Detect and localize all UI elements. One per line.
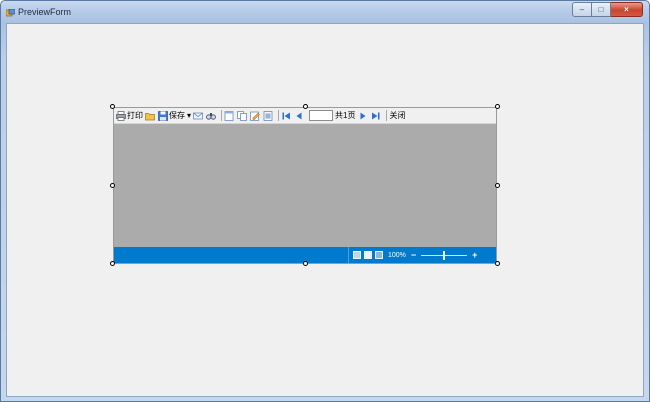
close-preview-button[interactable]: 关闭 (389, 109, 405, 123)
selection-handle[interactable] (495, 104, 500, 109)
last-page-icon (372, 112, 380, 119)
next-page-button[interactable] (358, 109, 369, 123)
first-page-icon (282, 112, 291, 119)
close-label: 关闭 (389, 111, 406, 120)
find-icon (206, 112, 216, 120)
zoom-out-button[interactable]: − (411, 250, 416, 260)
printer-icon (116, 110, 126, 121)
toolbar-separator (386, 110, 388, 121)
save-label: 保存 (169, 111, 185, 120)
edit-button[interactable] (250, 109, 261, 123)
save-dropdown-icon[interactable]: ▾ (187, 111, 191, 120)
prev-page-icon (296, 112, 302, 119)
selection-handle[interactable] (110, 183, 115, 188)
multi-page-button[interactable] (237, 109, 248, 123)
preview-toolbar: 打印 保存 ▾ 共1页 关闭 (114, 108, 496, 124)
window-title: PreviewForm (18, 7, 72, 17)
selection-handle[interactable] (303, 104, 308, 109)
minimize-button[interactable]: – (572, 2, 592, 17)
form-app-icon (6, 9, 15, 17)
zoom-percent-label: 100% (388, 251, 406, 259)
edit-icon (250, 111, 260, 121)
title-bar[interactable]: PreviewForm – □ × (1, 1, 649, 23)
print-label: 打印 (127, 111, 143, 120)
print-button[interactable]: 打印 (116, 109, 143, 123)
page-number-input[interactable] (309, 110, 334, 121)
zoom-whole-page-icon[interactable] (364, 251, 372, 259)
close-window-button[interactable]: × (611, 2, 643, 17)
settings-icon (263, 110, 273, 121)
maximize-button[interactable]: □ (592, 2, 611, 17)
first-page-button[interactable] (281, 109, 292, 123)
minimize-icon: – (579, 5, 585, 14)
save-button[interactable]: 保存 ▾ (158, 109, 191, 123)
next-page-icon (360, 112, 366, 119)
selection-handle[interactable] (495, 261, 500, 266)
multi-page-icon (237, 110, 247, 121)
email-button[interactable] (193, 109, 204, 123)
find-button[interactable] (206, 109, 217, 123)
single-page-icon (224, 110, 234, 121)
maximize-icon: □ (598, 5, 604, 14)
selection-handle[interactable] (495, 183, 500, 188)
email-icon (193, 112, 203, 119)
selection-handle[interactable] (110, 104, 115, 109)
zoom-page-width-icon[interactable] (353, 251, 361, 259)
toolbar-separator (278, 110, 280, 121)
open-button[interactable] (145, 109, 156, 123)
selection-handle[interactable] (303, 261, 308, 266)
single-page-button[interactable] (224, 109, 235, 123)
last-page-button[interactable] (371, 109, 382, 123)
open-folder-icon (145, 112, 155, 120)
zoom-slider[interactable] (421, 250, 468, 260)
page-setup-button[interactable] (263, 109, 274, 123)
save-icon (158, 110, 168, 121)
close-icon: × (624, 5, 629, 14)
zoom-controls: 100% − + (348, 247, 477, 263)
report-preview-control[interactable]: 打印 保存 ▾ 共1页 关闭 100% − + (113, 107, 497, 264)
zoom-in-button[interactable]: + (472, 250, 477, 260)
page-total-label: 共1页 (335, 111, 356, 120)
toolbar-separator (221, 110, 223, 121)
preview-form-window: PreviewForm – □ × 打印 保存 ▾ 共1页 关闭 100% − … (0, 0, 650, 402)
zoom-actual-size-icon[interactable] (375, 251, 383, 259)
zoom-slider-thumb[interactable] (443, 250, 446, 260)
prev-page-button[interactable] (294, 109, 305, 123)
selection-handle[interactable] (110, 261, 115, 266)
